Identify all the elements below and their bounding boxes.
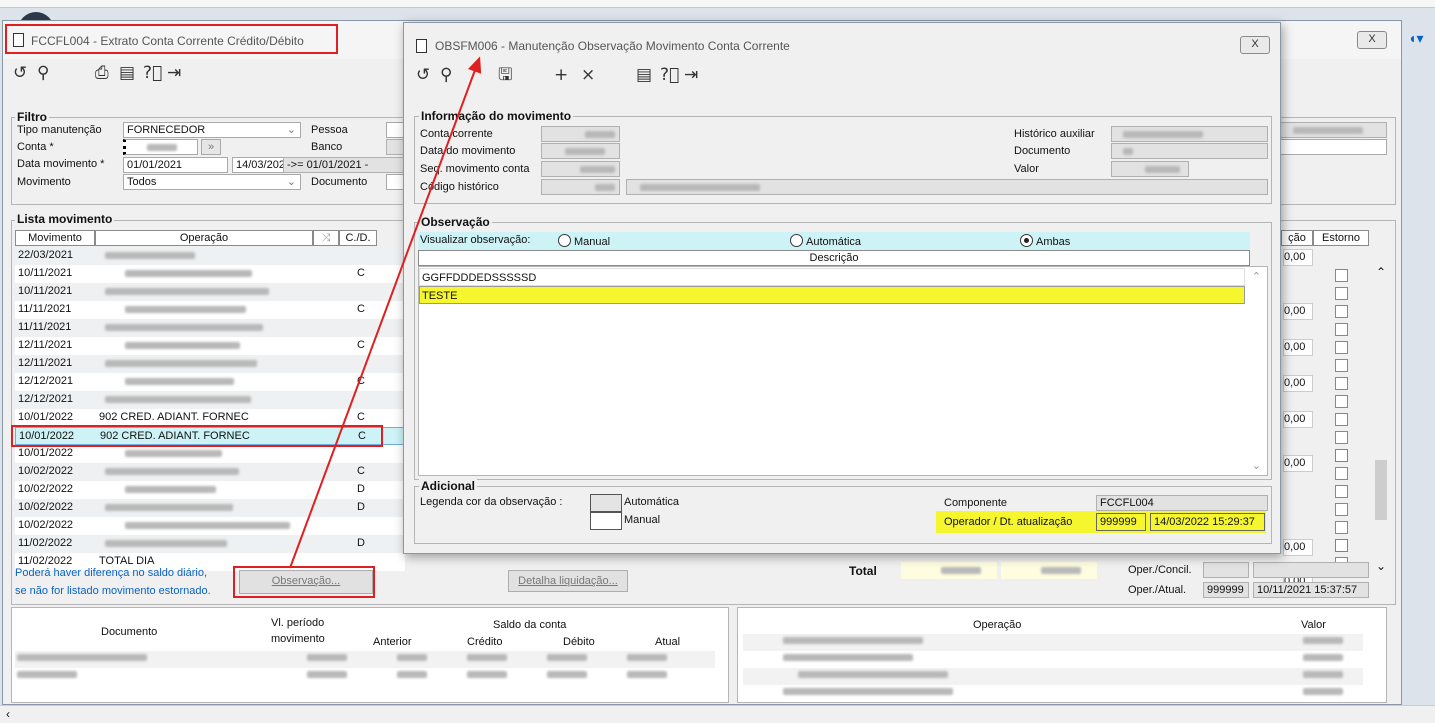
annotation-arrow bbox=[289, 56, 482, 569]
